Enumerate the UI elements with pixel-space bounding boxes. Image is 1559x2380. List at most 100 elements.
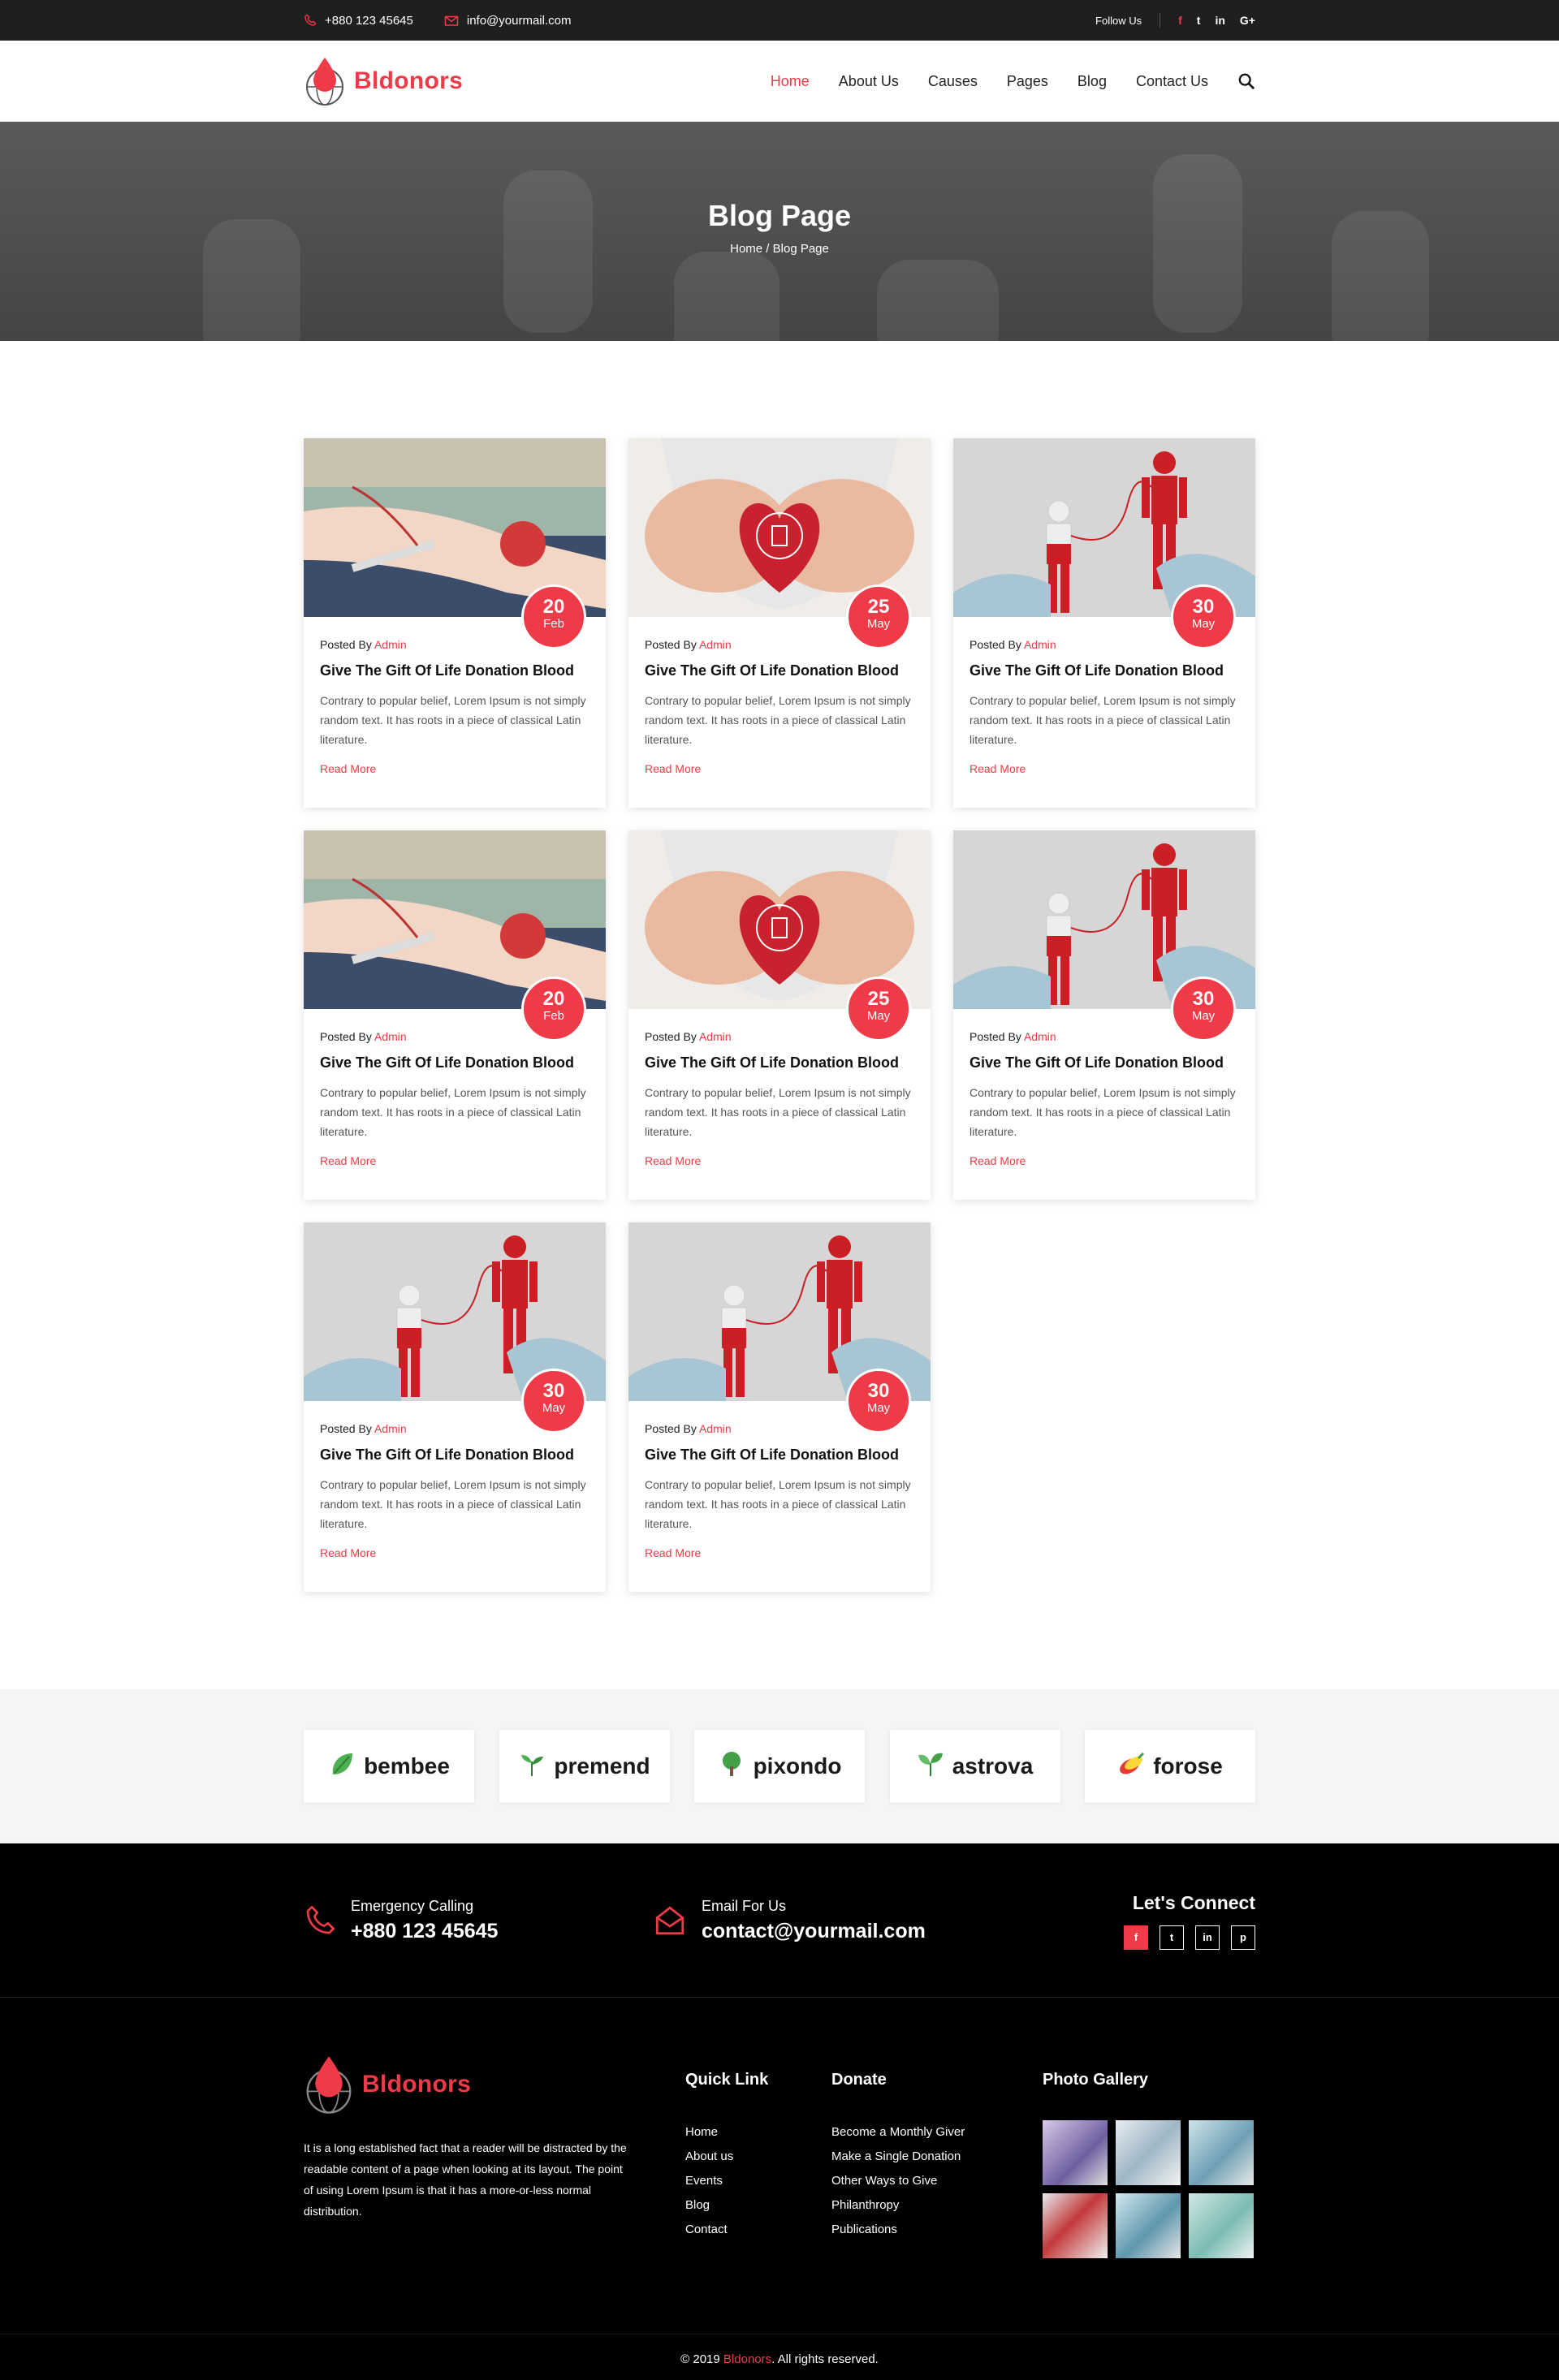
donate-link-other[interactable]: Other Ways to Give [831,2169,1043,2193]
read-more-link[interactable]: Read More [320,762,589,775]
blog-card-title[interactable]: Give The Gift Of Life Donation Blood [645,1054,914,1071]
gallery-photo[interactable] [1116,2120,1181,2185]
nav-about-us[interactable]: About Us [839,73,899,90]
page-banner: Blog Page Home / Blog Page [0,122,1559,341]
author-link[interactable]: Admin [1024,1030,1056,1043]
read-more-link[interactable]: Read More [970,1154,1239,1167]
date-day: 30 [1192,988,1215,1010]
read-more-link[interactable]: Read More [320,1154,589,1167]
brand-logo-pixondo[interactable]: pixondo [694,1730,865,1803]
author-link[interactable]: Admin [699,1030,732,1043]
emergency-label: Emergency Calling [351,1898,474,1914]
footer-link-blog[interactable]: Blog [685,2193,831,2218]
date-day: 25 [867,988,890,1010]
posted-by-label: Posted By [970,1030,1021,1043]
blog-card-excerpt: Contrary to popular belief, Lorem Ipsum … [320,694,586,746]
search-icon[interactable] [1237,72,1255,90]
blog-card: 20 Feb Posted By Admin Give The Gift Of … [304,830,606,1200]
read-more-link[interactable]: Read More [645,1546,914,1559]
nav-home[interactable]: Home [771,73,810,90]
copyright-suffix: . All rights reserved. [771,2352,879,2366]
logo-text: Bldonors [354,67,464,94]
date-month: May [866,1401,891,1415]
follow-us-label: Follow Us [1095,14,1142,27]
breadcrumb[interactable]: Home / Blog Page [0,242,1559,256]
read-more-link[interactable]: Read More [645,1154,914,1167]
gallery-photo[interactable] [1189,2193,1254,2258]
donate-links: Donate Become a Monthly Giver Make a Sin… [831,2054,1043,2258]
author-link[interactable]: Admin [374,1030,407,1043]
blood-drop-globe-icon [306,2056,352,2114]
footer-link-home[interactable]: Home [685,2120,831,2145]
footer-link-contact[interactable]: Contact [685,2218,831,2242]
brand-logo-forose[interactable]: forose [1085,1730,1255,1803]
footer-link-about[interactable]: About us [685,2145,831,2169]
donate-link-philanthropy[interactable]: Philanthropy [831,2193,1043,2218]
page-title: Blog Page [707,199,852,232]
gallery-photo[interactable] [1043,2120,1108,2185]
blog-card-title[interactable]: Give The Gift Of Life Donation Blood [970,1054,1239,1071]
email-contact: Email For Us contact@yourmail.com [653,1898,926,1943]
facebook-icon[interactable]: f [1124,1925,1148,1950]
blog-card-title[interactable]: Give The Gift Of Life Donation Blood [320,1054,589,1071]
nav-contact-us[interactable]: Contact Us [1136,73,1208,90]
nav-causes[interactable]: Causes [928,73,978,90]
nav-blog[interactable]: Blog [1077,73,1107,90]
leaf-icon [328,1750,356,1783]
footer-logo[interactable]: Bldonors [304,2054,685,2115]
blog-card-title[interactable]: Give The Gift Of Life Donation Blood [970,662,1239,679]
main-nav: Home About Us Causes Pages Blog Contact … [771,72,1255,90]
donate-link-single[interactable]: Make a Single Donation [831,2145,1043,2169]
topbar-email[interactable]: info@yourmail.com [444,13,572,28]
author-link[interactable]: Admin [374,638,407,651]
blog-card-title[interactable]: Give The Gift Of Life Donation Blood [645,662,914,679]
seedling-icon [917,1750,944,1783]
twitter-icon[interactable]: t [1160,1925,1184,1950]
linkedin-icon[interactable]: in [1195,1925,1220,1950]
donate-link-monthly[interactable]: Become a Monthly Giver [831,2120,1043,2145]
linkedin-icon[interactable]: in [1215,14,1224,27]
google-plus-icon[interactable]: G+ [1240,14,1255,27]
topbar-phone[interactable]: +880 123 45645 [304,14,413,28]
nav-pages[interactable]: Pages [1007,73,1048,90]
blog-card-title[interactable]: Give The Gift Of Life Donation Blood [320,1447,589,1464]
posted-by-label: Posted By [645,638,697,651]
brand-name: bembee [364,1753,450,1779]
date-badge: 25 May [846,584,911,649]
date-month: Feb [543,617,564,631]
read-more-link[interactable]: Read More [645,762,914,775]
gallery-photo[interactable] [1043,2193,1108,2258]
blog-card-title[interactable]: Give The Gift Of Life Donation Blood [645,1447,914,1464]
facebook-icon[interactable]: f [1178,14,1182,27]
copyright-brand[interactable]: Bldonors [723,2352,771,2366]
blog-card-title[interactable]: Give The Gift Of Life Donation Blood [320,662,589,679]
tree-icon [718,1750,745,1783]
phone-icon [306,1905,335,1934]
date-month: May [1191,1009,1216,1023]
emergency-contact: Emergency Calling +880 123 45645 [304,1898,653,1943]
gallery-photo[interactable] [1116,2193,1181,2258]
brand-logo-premend[interactable]: premend [499,1730,670,1803]
banner-hand-shape [674,252,780,341]
brand-logo-bembee[interactable]: bembee [304,1730,474,1803]
gallery-photo[interactable] [1189,2120,1254,2185]
brand-logo-astrova[interactable]: astrova [889,1730,1060,1803]
logo[interactable]: Bldonors [304,56,463,106]
author-link[interactable]: Admin [374,1422,407,1435]
read-more-link[interactable]: Read More [970,762,1239,775]
donate-link-publications[interactable]: Publications [831,2218,1043,2242]
author-link[interactable]: Admin [1024,638,1056,651]
emergency-phone[interactable]: +880 123 45645 [351,1920,498,1943]
blood-drop-globe-icon [306,58,343,106]
footer-link-events[interactable]: Events [685,2169,831,2193]
topbar-email-text: info@yourmail.com [466,13,572,28]
author-link[interactable]: Admin [699,1422,732,1435]
date-badge: 30 May [521,1369,586,1434]
brand-name: astrova [952,1753,1034,1779]
author-link[interactable]: Admin [699,638,732,651]
date-day: 30 [867,1380,890,1402]
pinterest-icon[interactable]: p [1231,1925,1255,1950]
twitter-icon[interactable]: t [1197,14,1201,27]
read-more-link[interactable]: Read More [320,1546,589,1559]
email-address[interactable]: contact@yourmail.com [702,1920,926,1943]
